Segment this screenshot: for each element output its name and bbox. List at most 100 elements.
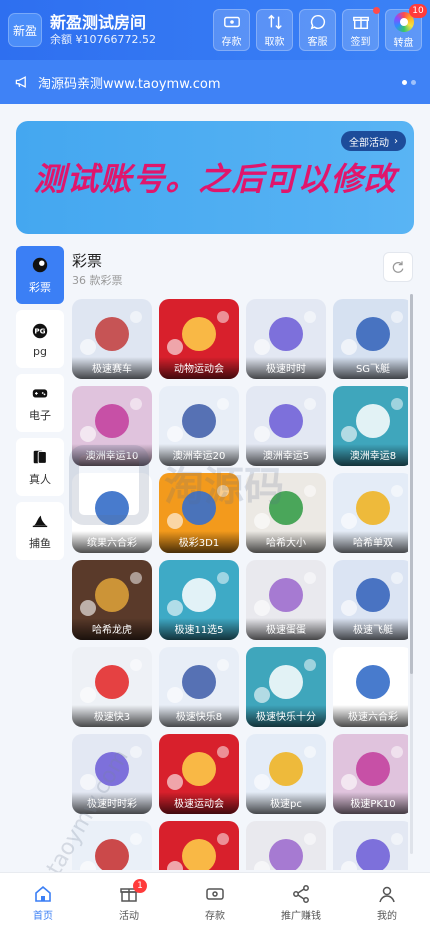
game-tile[interactable]: 澳洲幸运10 <box>72 386 152 466</box>
withdraw-button[interactable]: 取款 <box>256 9 293 51</box>
lottery-icon <box>30 255 50 275</box>
game-name: 动物运动会 <box>159 357 239 379</box>
game-artwork <box>159 821 239 870</box>
category-lottery[interactable]: 彩票 <box>16 246 64 304</box>
wheel-badge: 10 <box>409 4 427 18</box>
checkin-dot <box>373 7 380 14</box>
game-tile[interactable]: 极速运动会 <box>159 734 239 814</box>
game-tile[interactable]: SG飞艇 <box>333 299 408 379</box>
withdraw-label: 取款 <box>264 36 285 48</box>
category-pg[interactable]: PG pg <box>16 310 64 368</box>
game-tile[interactable] <box>159 821 239 870</box>
category-label: 彩票 <box>29 281 51 294</box>
game-tile[interactable]: 澳洲幸运20 <box>159 386 239 466</box>
nav-home[interactable]: 首页 <box>0 873 86 932</box>
game-tile[interactable]: 极速飞艇 <box>333 560 408 640</box>
nav-mine[interactable]: 我的 <box>344 873 430 932</box>
game-name: 极速蛋蛋 <box>246 618 326 640</box>
deposit-button[interactable]: 存款 <box>213 9 250 51</box>
game-name: 极速时时 <box>246 357 326 379</box>
game-tile[interactable]: 极速快乐8 <box>159 647 239 727</box>
all-activities-button[interactable]: 全部活动 › <box>341 131 406 151</box>
game-tile[interactable]: 极彩3D1 <box>159 473 239 553</box>
game-artwork <box>333 821 408 870</box>
wheel-button[interactable]: 10 转盘 <box>385 4 427 51</box>
notice-bar[interactable]: 淘源码亲测www.taoymw.com <box>0 60 430 104</box>
game-tile[interactable]: 极速赛车 <box>72 299 152 379</box>
game-tile[interactable]: 极速六合彩 <box>333 647 408 727</box>
game-tile[interactable]: 哈希龙虎 <box>72 560 152 640</box>
nav-activity[interactable]: 1 活动 <box>86 873 172 932</box>
nav-label: 推广赚钱 <box>281 910 321 922</box>
checkin-button[interactable]: 签到 <box>342 7 380 51</box>
room-logo: 新盈 <box>8 13 42 47</box>
notice-text: 淘源码亲测www.taoymw.com <box>38 76 221 92</box>
chat-icon <box>310 14 325 30</box>
grid-scrollbar[interactable] <box>410 294 413 854</box>
game-tile[interactable]: 极速快3 <box>72 647 152 727</box>
game-grid: 极速赛车 动物运动会 极速时时 SG飞艇澳洲幸运10 澳洲幸运20 澳洲幸运5 澳洲幸运8 缤… <box>72 299 408 870</box>
deposit-label: 存款 <box>221 36 242 48</box>
game-name: 极速快乐十分 <box>246 705 326 727</box>
svg-text:PG: PG <box>34 326 45 335</box>
promo-banner[interactable]: 全部活动 › 测试账号。之后可以修改 <box>16 121 414 234</box>
megaphone-icon <box>15 76 26 88</box>
game-tile[interactable]: 极速PK10 <box>333 734 408 814</box>
nav-label: 首页 <box>33 910 53 922</box>
game-tile[interactable]: 哈希单双 <box>333 473 408 553</box>
refresh-button[interactable] <box>383 252 413 282</box>
shark-icon <box>30 511 50 531</box>
game-name: 极速11选5 <box>159 618 239 640</box>
banner-text: 测试账号。之后可以修改 <box>33 160 397 198</box>
balance-text: 余额 ¥10766772.52 <box>50 33 156 46</box>
game-name: 极速pc <box>246 792 326 814</box>
game-tile[interactable] <box>246 821 326 870</box>
top-header: 新盈 新盈测试房间 余额 ¥10766772.52 存款 取款 客服 签到 10… <box>0 0 430 60</box>
game-name: 哈希单双 <box>333 531 408 553</box>
game-name: 缤果六合彩 <box>72 531 152 553</box>
game-name: 极速飞艇 <box>333 618 408 640</box>
nav-deposit[interactable]: 存款 <box>172 873 258 932</box>
service-label: 客服 <box>307 36 328 48</box>
chevron-right-icon: › <box>394 135 398 147</box>
customer-service-button[interactable]: 客服 <box>299 9 336 51</box>
home-icon <box>35 885 51 902</box>
checkin-label: 签到 <box>350 36 371 48</box>
game-artwork <box>246 821 326 870</box>
category-sidebar: 彩票 PG pg 电子 真人 捕鱼 <box>16 246 64 566</box>
section-subtitle: 36 款彩票 <box>72 274 123 287</box>
pg-icon: PG <box>30 321 50 341</box>
all-activities-label: 全部活动 <box>349 137 389 149</box>
game-tile[interactable]: 澳洲幸运5 <box>246 386 326 466</box>
game-tile[interactable]: 极速pc <box>246 734 326 814</box>
game-tile[interactable]: 动物运动会 <box>159 299 239 379</box>
game-tile[interactable]: 极速11选5 <box>159 560 239 640</box>
wheel-label: 转盘 <box>393 37 414 49</box>
room-title: 新盈测试房间 <box>50 13 147 32</box>
category-electronic[interactable]: 电子 <box>16 374 64 432</box>
category-fishing[interactable]: 捕鱼 <box>16 502 64 560</box>
share-icon <box>293 884 309 903</box>
withdraw-icon <box>267 14 282 29</box>
section-title: 彩票 <box>72 252 103 270</box>
game-tile[interactable]: 缤果六合彩 <box>72 473 152 553</box>
game-name: 极速运动会 <box>159 792 239 814</box>
game-name: 澳洲幸运20 <box>159 444 239 466</box>
deposit-icon <box>223 16 240 27</box>
game-tile[interactable]: 哈希大小 <box>246 473 326 553</box>
game-tile[interactable]: 极速蛋蛋 <box>246 560 326 640</box>
cards-icon <box>30 447 50 467</box>
nav-label: 活动 <box>119 910 139 922</box>
game-tile[interactable] <box>333 821 408 870</box>
game-tile[interactable]: 极速时时 <box>246 299 326 379</box>
game-name: 澳洲幸运10 <box>72 444 152 466</box>
game-name: 澳洲幸运5 <box>246 444 326 466</box>
game-tile[interactable]: 极速快乐十分 <box>246 647 326 727</box>
game-name: 极速快3 <box>72 705 152 727</box>
category-live[interactable]: 真人 <box>16 438 64 496</box>
header-actions: 存款 取款 客服 签到 10 转盘 <box>213 4 427 51</box>
nav-promote[interactable]: 推广赚钱 <box>258 873 344 932</box>
game-tile[interactable]: 澳洲幸运8 <box>333 386 408 466</box>
user-icon <box>379 886 395 902</box>
game-name: 哈希龙虎 <box>72 618 152 640</box>
